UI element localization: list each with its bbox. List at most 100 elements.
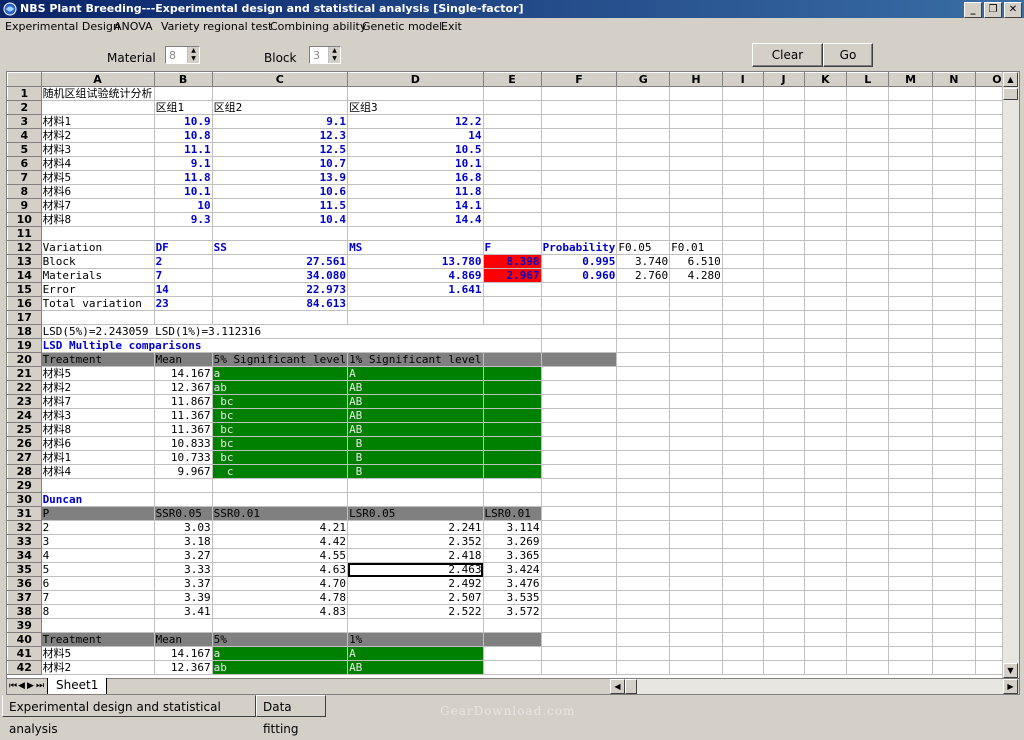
- grid-cell[interactable]: [931, 212, 976, 227]
- grid-cell[interactable]: [616, 492, 671, 507]
- grid-cell[interactable]: [846, 338, 890, 353]
- row-header[interactable]: 38: [7, 604, 42, 619]
- grid-cell[interactable]: [803, 534, 848, 549]
- grid-cell[interactable]: [931, 338, 976, 353]
- row-header[interactable]: 14: [7, 268, 42, 283]
- grid-cell[interactable]: [888, 268, 933, 283]
- grid-cell[interactable]: [846, 240, 890, 255]
- grid-cell[interactable]: 3.27: [153, 548, 213, 563]
- grid-cell[interactable]: 3.476: [482, 576, 542, 591]
- grid-cell[interactable]: [669, 478, 723, 493]
- grid-cell[interactable]: [762, 520, 805, 535]
- grid-cell[interactable]: 10.833: [153, 436, 213, 451]
- grid-cell[interactable]: 材料1: [40, 450, 155, 465]
- grid-cell[interactable]: [721, 646, 764, 661]
- column-header[interactable]: D: [347, 72, 484, 87]
- grid-cell[interactable]: [846, 520, 890, 535]
- grid-cell[interactable]: [721, 212, 764, 227]
- column-header[interactable]: G: [616, 72, 671, 87]
- grid-cell[interactable]: [846, 576, 890, 591]
- spreadsheet-grid[interactable]: ABCDEFGHIJKLMNO 1 随机区组试验统计分析 2 区组1 区组2 区组3 3 材料…: [7, 72, 1019, 675]
- grid-cell[interactable]: [888, 310, 933, 325]
- grid-cell[interactable]: [721, 464, 764, 479]
- row-header[interactable]: 36: [7, 576, 42, 591]
- prev-sheet-icon[interactable]: ◀: [18, 679, 27, 694]
- grid-cell[interactable]: [931, 394, 976, 409]
- grid-cell[interactable]: [888, 478, 933, 493]
- grid-cell[interactable]: [888, 100, 933, 115]
- grid-cell[interactable]: F0.05: [616, 240, 671, 255]
- grid-cell[interactable]: [721, 604, 764, 619]
- grid-cell[interactable]: [482, 100, 542, 115]
- column-header[interactable]: L: [846, 72, 890, 87]
- grid-cell[interactable]: [888, 660, 933, 675]
- grid-cell[interactable]: [888, 534, 933, 549]
- grid-cell[interactable]: bc: [211, 408, 349, 423]
- grid-cell[interactable]: [803, 646, 848, 661]
- grid-cell[interactable]: 9.3: [153, 212, 213, 227]
- grid-cell[interactable]: [721, 240, 764, 255]
- grid-cell[interactable]: [616, 156, 671, 171]
- grid-cell[interactable]: 11.5: [211, 198, 349, 213]
- grid-cell[interactable]: [888, 86, 933, 101]
- grid-cell[interactable]: [482, 212, 542, 227]
- scroll-left-icon[interactable]: ◀: [610, 679, 625, 694]
- next-sheet-icon[interactable]: ▶: [27, 679, 36, 694]
- grid-cell[interactable]: [540, 296, 618, 311]
- grid-cell[interactable]: [888, 156, 933, 171]
- grid-cell[interactable]: [846, 324, 890, 339]
- grid-cell[interactable]: [846, 604, 890, 619]
- row-header[interactable]: 3: [7, 114, 42, 129]
- grid-cell[interactable]: [846, 492, 890, 507]
- grid-cell[interactable]: [721, 408, 764, 423]
- grid-cell[interactable]: [616, 408, 671, 423]
- grid-cell[interactable]: [540, 128, 618, 143]
- column-header[interactable]: J: [762, 72, 805, 87]
- grid-cell[interactable]: [888, 296, 933, 311]
- grid-cell[interactable]: [803, 464, 848, 479]
- grid-cell[interactable]: [931, 240, 976, 255]
- grid-cell[interactable]: [803, 254, 848, 269]
- grid-cell[interactable]: [616, 338, 671, 353]
- grid-cell[interactable]: [669, 156, 723, 171]
- grid-cell[interactable]: [762, 240, 805, 255]
- grid-cell[interactable]: [803, 366, 848, 381]
- grid-cell[interactable]: [616, 170, 671, 185]
- grid-cell[interactable]: [616, 380, 671, 395]
- grid-cell[interactable]: [669, 282, 723, 297]
- grid-cell[interactable]: [153, 86, 213, 101]
- hscroll-thumb[interactable]: [625, 679, 637, 694]
- grid-cell[interactable]: [888, 450, 933, 465]
- grid-cell[interactable]: [803, 156, 848, 171]
- grid-cell[interactable]: 9.967: [153, 464, 213, 479]
- grid-cell[interactable]: [803, 226, 848, 241]
- grid-cell[interactable]: [482, 618, 542, 633]
- grid-cell[interactable]: [846, 394, 890, 409]
- row-header[interactable]: 40: [7, 632, 42, 647]
- grid-cell[interactable]: 材料5: [40, 170, 155, 185]
- grid-cell[interactable]: 0.960: [540, 268, 618, 283]
- grid-cell[interactable]: [40, 226, 155, 241]
- grid-cell[interactable]: 5% Significant level: [211, 352, 349, 367]
- grid-cell[interactable]: [211, 478, 349, 493]
- grid-cell[interactable]: 1.641: [347, 282, 484, 297]
- grid-cell[interactable]: [846, 86, 890, 101]
- grid-cell[interactable]: 2.760: [616, 268, 671, 283]
- grid-cell[interactable]: [540, 464, 618, 479]
- row-header[interactable]: 28: [7, 464, 42, 479]
- grid-cell[interactable]: LSR0.01: [482, 506, 542, 521]
- grid-cell[interactable]: [888, 282, 933, 297]
- grid-cell[interactable]: [669, 660, 723, 675]
- row-header[interactable]: 32: [7, 520, 42, 535]
- row-header[interactable]: 15: [7, 282, 42, 297]
- grid-cell[interactable]: bc: [211, 422, 349, 437]
- grid-cell[interactable]: [846, 380, 890, 395]
- grid-cell[interactable]: 材料7: [40, 198, 155, 213]
- grid-cell[interactable]: [482, 632, 542, 647]
- grid-cell[interactable]: [846, 478, 890, 493]
- grid-cell[interactable]: 材料8: [40, 422, 155, 437]
- row-header[interactable]: 5: [7, 142, 42, 157]
- material-spinner[interactable]: 8 ▲ ▼: [165, 46, 200, 64]
- grid-cell[interactable]: [721, 184, 764, 199]
- grid-cell[interactable]: [482, 492, 542, 507]
